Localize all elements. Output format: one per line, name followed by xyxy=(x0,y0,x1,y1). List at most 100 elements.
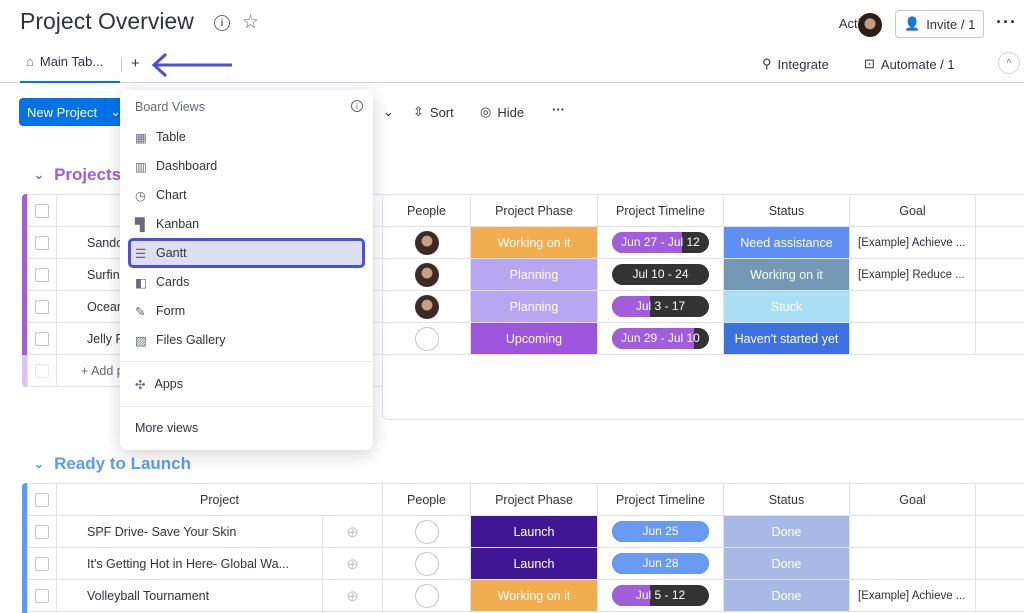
row-checkbox[interactable] xyxy=(28,516,57,548)
goal-cell[interactable] xyxy=(850,516,976,548)
empty-person-icon[interactable] xyxy=(415,552,439,576)
col-header[interactable]: Goal xyxy=(850,195,976,227)
col-header[interactable]: People xyxy=(383,484,471,516)
row-checkbox[interactable] xyxy=(28,548,57,580)
tab-main-table[interactable]: ⌂Main Tab... xyxy=(20,54,120,83)
timeline-pill[interactable]: Jun 25 xyxy=(612,521,709,542)
menu-item-kanban[interactable]: ▜Kanban xyxy=(128,209,365,239)
col-header[interactable]: Project Timeline xyxy=(598,484,724,516)
people-cell[interactable] xyxy=(383,548,471,580)
empty-person-icon[interactable] xyxy=(415,327,439,351)
phase-cell[interactable]: Launch xyxy=(471,548,598,580)
chevron-down-icon[interactable]: ⌄ xyxy=(34,457,44,471)
activity-avatar[interactable] xyxy=(858,13,882,37)
add-update-icon[interactable]: ⊕ xyxy=(323,548,383,580)
col-header[interactable]: People xyxy=(383,195,471,227)
add-update-icon[interactable]: ⊕ xyxy=(323,580,383,612)
timeline-cell[interactable]: Jul 5 - 12 xyxy=(598,580,724,612)
phase-cell[interactable]: Working on it xyxy=(471,227,598,259)
menu-item-more-views[interactable]: More views xyxy=(128,413,365,443)
info-icon[interactable]: i xyxy=(214,15,230,31)
table-row[interactable]: It's Getting Hot in Here- Global Wa... ⊕… xyxy=(28,548,1024,580)
col-header[interactable]: Goal xyxy=(850,484,976,516)
timeline-pill[interactable]: Jul 3 - 17 xyxy=(612,296,709,317)
integrate-button[interactable]: ⚲Integrate xyxy=(762,56,829,72)
table-row[interactable]: SPF Drive- Save Your Skin ⊕ Launch Jun 2… xyxy=(28,516,1024,548)
menu-item-form[interactable]: ✎Form xyxy=(128,296,365,326)
timeline-pill[interactable]: Jul 10 - 24 xyxy=(612,264,709,285)
goal-cell[interactable]: [Example] Reduce ... xyxy=(850,259,976,291)
people-cell[interactable] xyxy=(383,323,471,355)
people-cell[interactable] xyxy=(383,227,471,259)
group-projects-title[interactable]: ⌄Projects xyxy=(34,165,121,185)
timeline-pill[interactable]: Jul 5 - 12 xyxy=(612,585,709,606)
col-header[interactable]: Status xyxy=(724,484,850,516)
person-avatar[interactable] xyxy=(415,231,439,255)
goal-cell[interactable] xyxy=(850,323,976,355)
phase-cell[interactable]: Launch xyxy=(471,516,598,548)
goal-cell[interactable] xyxy=(850,548,976,580)
status-cell[interactable]: Stuck xyxy=(724,291,850,323)
empty-person-icon[interactable] xyxy=(415,520,439,544)
table-row[interactable]: Volleyball Tournament ⊕ Working on it Ju… xyxy=(28,580,1024,612)
menu-item-table[interactable]: ▦Table xyxy=(128,122,365,152)
people-cell[interactable] xyxy=(383,516,471,548)
new-project-button[interactable]: New Project⌄ xyxy=(19,98,132,126)
phase-cell[interactable]: Planning xyxy=(471,291,598,323)
phase-cell[interactable]: Upcoming xyxy=(471,323,598,355)
col-header[interactable]: Project Phase xyxy=(471,484,598,516)
people-cell[interactable] xyxy=(383,259,471,291)
menu-item-files-gallery[interactable]: ▨Files Gallery xyxy=(128,325,365,355)
status-cell[interactable]: Working on it xyxy=(724,259,850,291)
project-name[interactable]: SPF Drive- Save Your Skin xyxy=(57,516,323,548)
people-cell[interactable] xyxy=(383,291,471,323)
col-header[interactable]: Status xyxy=(724,195,850,227)
select-all-checkbox[interactable] xyxy=(28,195,57,227)
phase-cell[interactable]: Working on it xyxy=(471,580,598,612)
add-view-button[interactable]: + xyxy=(131,55,140,72)
menu-item-gantt[interactable]: ☰Gantt xyxy=(128,238,365,268)
timeline-pill[interactable]: Jun 28 xyxy=(612,553,709,574)
menu-item-apps[interactable]: ✣Apps xyxy=(128,369,365,399)
row-checkbox[interactable] xyxy=(28,259,57,291)
more-horizontal-icon[interactable]: ··· xyxy=(996,12,1017,33)
person-avatar[interactable] xyxy=(415,295,439,319)
menu-item-cards[interactable]: ◧Cards xyxy=(128,267,365,297)
col-header[interactable]: Project Timeline xyxy=(598,195,724,227)
status-cell[interactable]: Done xyxy=(724,516,850,548)
status-cell[interactable]: Done xyxy=(724,548,850,580)
timeline-cell[interactable]: Jul 3 - 17 xyxy=(598,291,724,323)
row-checkbox[interactable] xyxy=(28,580,57,612)
goal-cell[interactable]: [Example] Achieve ... xyxy=(850,580,976,612)
invite-button[interactable]: 👤Invite / 1 xyxy=(895,10,984,38)
select-all-checkbox[interactable] xyxy=(28,484,57,516)
empty-person-icon[interactable] xyxy=(415,584,439,608)
status-cell[interactable]: Done xyxy=(724,580,850,612)
goal-cell[interactable]: [Example] Achieve ... xyxy=(850,227,976,259)
timeline-pill[interactable]: Jun 27 - Jul 12 xyxy=(612,232,709,253)
col-project[interactable]: Project xyxy=(57,484,383,516)
collapse-header-icon[interactable]: ^ xyxy=(998,52,1020,74)
info-icon[interactable]: i xyxy=(351,100,363,112)
col-header[interactable]: Project Phase xyxy=(471,195,598,227)
timeline-cell[interactable]: Jun 25 xyxy=(598,516,724,548)
star-icon[interactable]: ☆ xyxy=(242,11,259,34)
chevron-down-icon[interactable]: ⌄ xyxy=(383,104,394,120)
row-checkbox[interactable] xyxy=(28,227,57,259)
add-update-icon[interactable]: ⊕ xyxy=(323,516,383,548)
row-checkbox[interactable] xyxy=(28,323,57,355)
chevron-down-icon[interactable]: ⌄ xyxy=(34,168,44,182)
more-options-icon[interactable]: ··· xyxy=(552,102,565,117)
row-checkbox[interactable] xyxy=(28,291,57,323)
timeline-cell[interactable]: Jun 29 - Jul 10 xyxy=(598,323,724,355)
phase-cell[interactable]: Planning xyxy=(471,259,598,291)
status-cell[interactable]: Need assistance xyxy=(724,227,850,259)
project-name[interactable]: It's Getting Hot in Here- Global Wa... xyxy=(57,548,323,580)
project-name[interactable]: Volleyball Tournament xyxy=(57,580,323,612)
menu-item-dashboard[interactable]: ▥Dashboard xyxy=(128,151,365,181)
hide-button[interactable]: ◎Hide xyxy=(480,104,524,120)
automate-button[interactable]: ⊡Automate / 1 xyxy=(864,56,955,72)
group-ready-title[interactable]: ⌄Ready to Launch xyxy=(34,454,191,474)
timeline-pill[interactable]: Jun 29 - Jul 10 xyxy=(612,328,709,349)
menu-item-chart[interactable]: ◷Chart xyxy=(128,180,365,210)
